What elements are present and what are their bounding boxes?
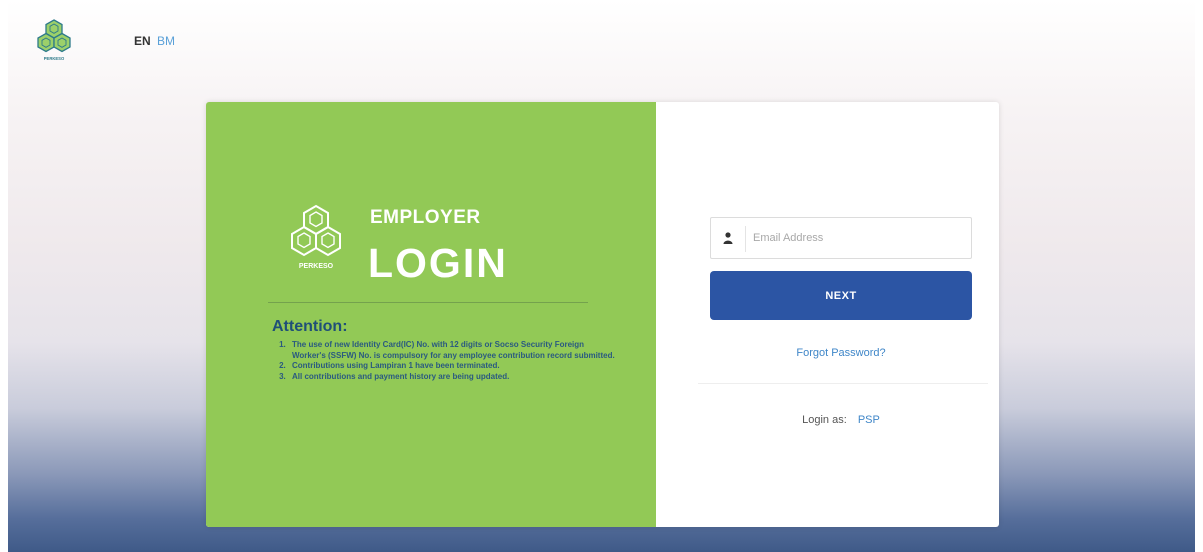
perkeso-brand-logo-icon: PERKESO (291, 204, 341, 270)
left-edge (0, 0, 8, 552)
lang-bm-link[interactable]: BM (157, 34, 175, 48)
lang-en-link[interactable]: EN (134, 34, 151, 48)
right-edge (1195, 0, 1203, 552)
language-switcher: EN BM (134, 34, 175, 48)
psp-link[interactable]: PSP (858, 414, 880, 426)
attention-item: The use of new Identity Card(IC) No. wit… (288, 340, 618, 361)
info-panel: PERKESO EMPLOYER LOGIN Attention: The us… (206, 102, 656, 527)
login-page: PERKESO EN BM PERKESO EMPLOYER LOGIN Att… (0, 0, 1203, 552)
email-field-separator (745, 226, 746, 252)
login-as-row: Login as: PSP (710, 414, 972, 426)
login-as-label: Login as: (802, 414, 847, 426)
user-icon (723, 232, 733, 244)
email-input[interactable] (749, 218, 969, 258)
forgot-password-link[interactable]: Forgot Password? (710, 347, 972, 359)
attention-list: The use of new Identity Card(IC) No. wit… (274, 340, 618, 382)
next-button[interactable]: NEXT (710, 271, 972, 320)
login-card: PERKESO EMPLOYER LOGIN Attention: The us… (206, 102, 999, 527)
attention-item: All contributions and payment history ar… (288, 372, 618, 383)
brand-logo-text: PERKESO (299, 263, 334, 270)
top-logo-text: PERKESO (44, 56, 65, 61)
attention-item: Contributions using Lampiran 1 have been… (288, 361, 618, 372)
perkeso-logo-icon[interactable]: PERKESO (34, 18, 74, 62)
employer-heading: EMPLOYER (370, 207, 481, 228)
login-heading: LOGIN (368, 240, 508, 286)
info-divider (268, 302, 588, 303)
form-divider (698, 383, 988, 384)
attention-title: Attention: (272, 318, 348, 335)
email-field-group (710, 217, 972, 259)
